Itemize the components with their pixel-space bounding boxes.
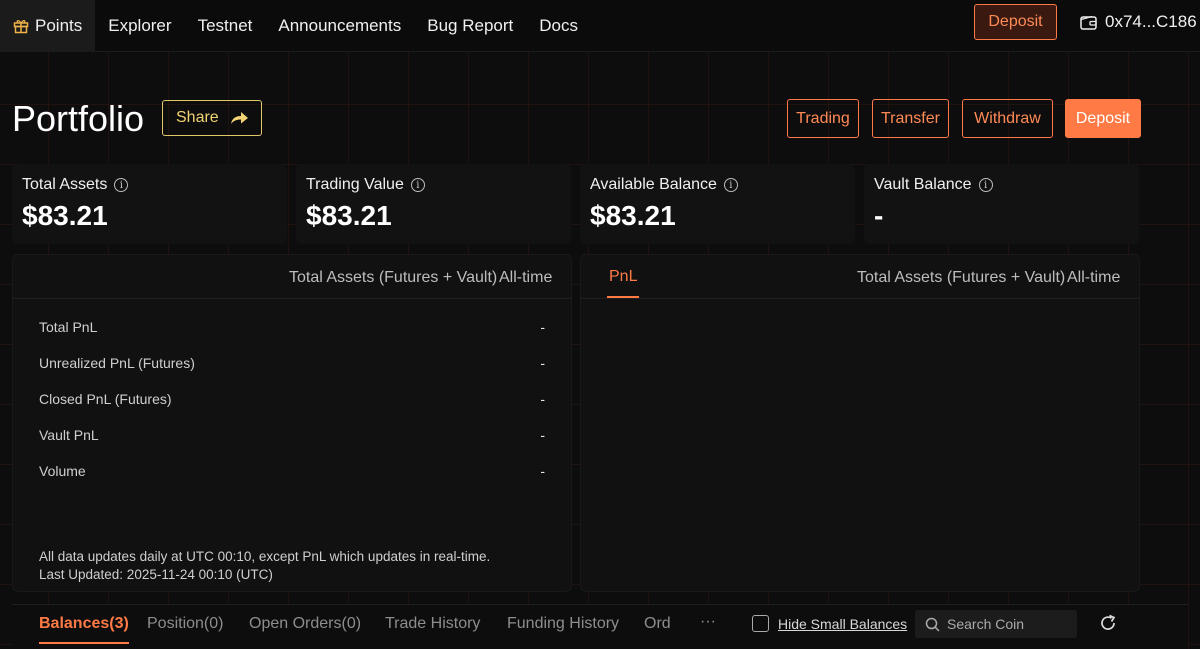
nav-item-announcements[interactable]: Announcements [265,0,414,52]
stat-row-vault-pnl: Vault PnL - [39,427,545,443]
card-vault-balance: Vault Balance i - [864,164,1139,244]
search-placeholder: Search Coin [947,616,1025,632]
card-label: Available Balance i [590,176,845,194]
search-icon [925,617,940,632]
range-selector[interactable]: All-time [1067,269,1120,287]
pnl-chart-panel: PnL Total Assets (Futures + Vault) All-t… [580,254,1140,592]
gift-icon [13,18,29,34]
update-note: All data updates daily at UTC 00:10, exc… [39,549,491,564]
card-value: $83.21 [306,200,392,231]
stat-row-volume: Volume - [39,463,545,479]
card-value: - [874,200,884,231]
info-icon[interactable]: i [723,178,738,192]
tab-pnl[interactable]: PnL [607,268,640,298]
page-title: Portfolio [12,98,145,139]
card-label: Vault Balance i [874,176,1129,194]
stat-value: - [540,391,545,407]
card-total-assets: Total Assets i $83.21 [12,164,287,244]
tab-balances[interactable]: Balances(3) [39,615,129,644]
stat-value: - [540,319,545,335]
stat-row-unrealized-pnl: Unrealized PnL (Futures) - [39,355,545,371]
card-value: $83.21 [590,200,676,231]
card-label-text: Total Assets [22,176,108,193]
search-coin-input[interactable]: Search Coin [915,610,1077,638]
tab-trade-history[interactable]: Trade History [385,615,480,633]
more-tabs-button[interactable]: ··· [700,613,716,631]
tab-open-orders[interactable]: Open Orders(0) [249,615,361,633]
checkbox[interactable] [752,615,769,632]
pnl-panel-header: PnL Total Assets (Futures + Vault) All-t… [581,255,1139,299]
nav-item-testnet[interactable]: Testnet [185,0,266,52]
range-selector[interactable]: All-time [499,269,552,287]
stat-label: Unrealized PnL (Futures) [39,355,195,371]
wallet-icon [1080,15,1097,30]
stat-value: - [540,463,545,479]
stat-label: Vault PnL [39,427,99,443]
trading-button[interactable]: Trading [787,99,859,138]
transfer-button[interactable]: Transfer [872,99,949,138]
tab-position[interactable]: Position(0) [147,615,223,633]
card-trading-value: Trading Value i $83.21 [296,164,571,244]
card-label-text: Vault Balance [874,176,972,193]
nav-item-points[interactable]: Points [0,0,96,52]
card-label-text: Trading Value [306,176,404,193]
stat-label: Closed PnL (Futures) [39,391,172,407]
card-label: Trading Value i [306,176,561,194]
card-available-balance: Available Balance i $83.21 [580,164,855,244]
nav-item-bug-report[interactable]: Bug Report [414,0,526,52]
nav-item-explorer[interactable]: Explorer [95,0,184,52]
scope-selector[interactable]: Total Assets (Futures + Vault) [289,269,497,287]
share-button[interactable]: Share [162,100,262,136]
stat-label: Total PnL [39,319,98,335]
nav-label-points: Points [35,15,83,35]
last-updated: Last Updated: 2025-11-24 00:10 (UTC) [39,567,273,582]
stats-panel-header: Total Assets (Futures + Vault) All-time [13,255,571,299]
scope-selector[interactable]: Total Assets (Futures + Vault) [857,269,1065,287]
info-icon[interactable]: i [114,178,129,192]
stat-value: - [540,427,545,443]
stat-row-closed-pnl: Closed PnL (Futures) - [39,391,545,407]
tab-funding-history[interactable]: Funding History [507,615,619,633]
deposit-button[interactable]: Deposit [1065,99,1141,138]
card-label-text: Available Balance [590,176,717,193]
info-icon[interactable]: i [410,178,425,192]
card-value: $83.21 [22,200,108,231]
stat-row-total-pnl: Total PnL - [39,319,545,335]
tab-order-history[interactable]: Ord [644,615,674,633]
hide-small-balances-toggle[interactable]: Hide Small Balances [752,615,907,632]
card-label: Total Assets i [22,176,277,194]
bottom-tab-bar: Balances(3) Position(0) Open Orders(0) T… [12,604,1188,649]
share-label: Share [176,109,219,126]
nav-deposit-button[interactable]: Deposit [974,4,1057,40]
hide-small-label: Hide Small Balances [778,615,908,632]
info-icon[interactable]: i [978,178,993,192]
top-nav: Points Explorer Testnet Announcements Bu… [0,0,1200,52]
wallet-address: 0x74...C186 [1105,12,1197,31]
wallet-button[interactable]: 0x74...C186 [1080,0,1197,44]
refresh-icon[interactable] [1098,613,1118,638]
stat-value: - [540,355,545,371]
withdraw-button[interactable]: Withdraw [962,99,1053,138]
nav-item-docs[interactable]: Docs [526,0,591,52]
stat-label: Volume [39,463,86,479]
share-arrow-icon [230,112,248,124]
stats-panel: Total Assets (Futures + Vault) All-time … [12,254,572,592]
